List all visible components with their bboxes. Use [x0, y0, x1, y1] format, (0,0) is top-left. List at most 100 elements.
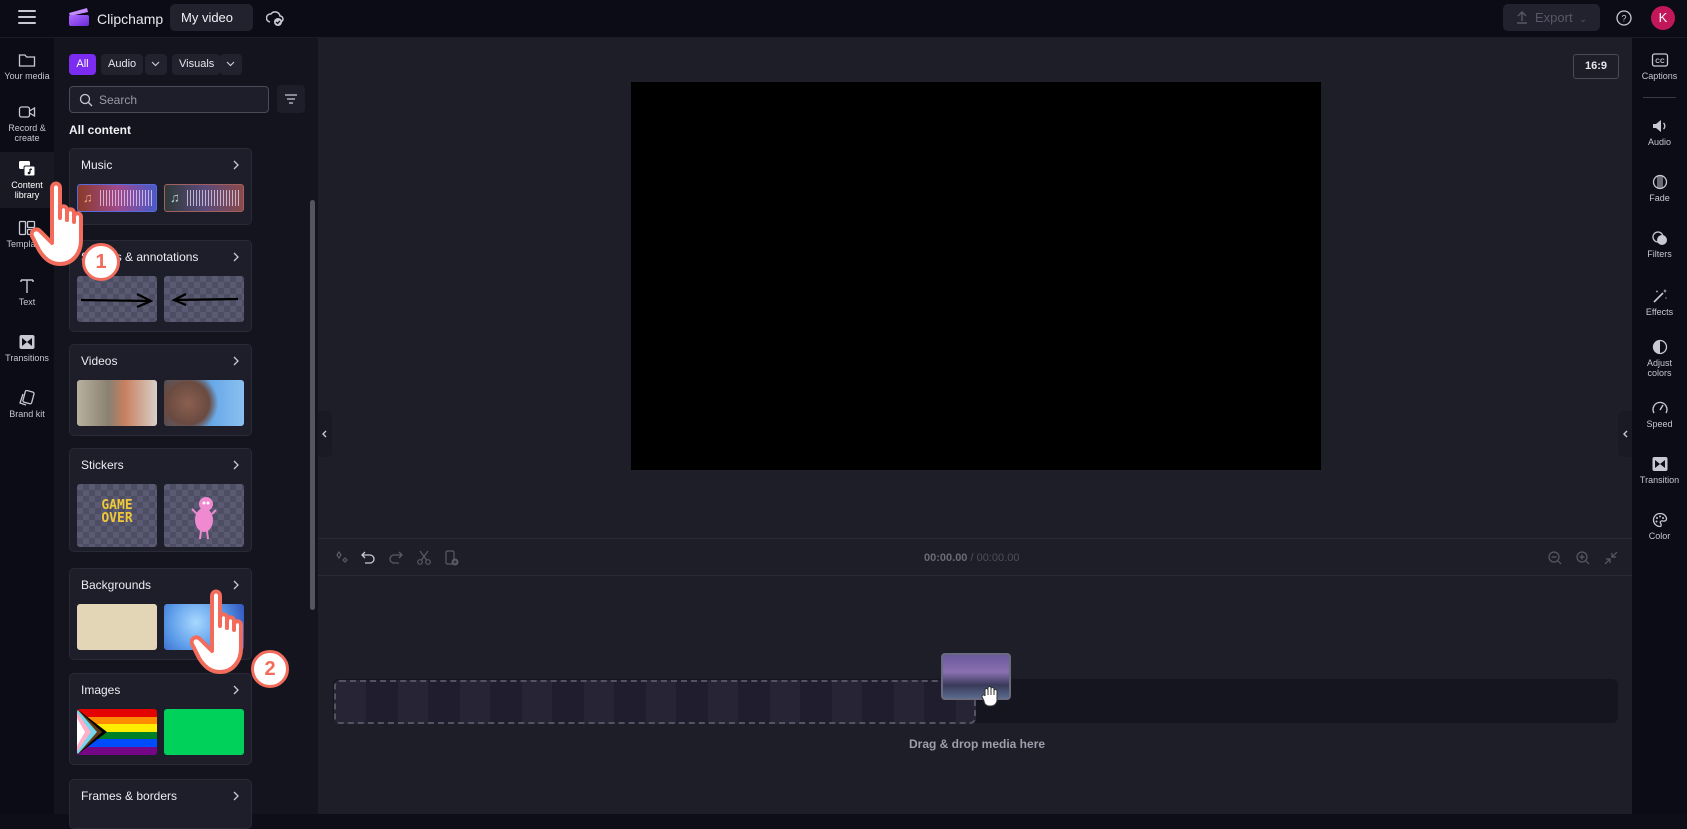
avatar[interactable]: K [1651, 6, 1675, 30]
property-adjust-colors[interactable]: Adjust colors [1632, 339, 1687, 378]
category-title: Backgrounds [81, 578, 152, 592]
music-thumbnail[interactable]: ♫ [164, 184, 244, 212]
timeline-toolbar: 00:00.00 / 00:00.00 [318, 538, 1632, 576]
chevron-right-icon[interactable] [233, 791, 239, 801]
property-label: Speed [1646, 419, 1673, 429]
sidebar-item-brand-kit[interactable]: Brand kit [0, 390, 54, 436]
right-sidebar: CC Captions Audio Fade Filters Effects A… [1632, 38, 1687, 814]
category-card-videos[interactable]: Videos [69, 344, 252, 436]
category-card-music[interactable]: Music ♫ ♫ [69, 148, 252, 225]
video-preview[interactable] [631, 82, 1321, 470]
sidebar-item-label: Transitions [5, 353, 49, 363]
collapse-right-panel-button[interactable] [1618, 411, 1632, 457]
filter-all-chip[interactable]: All [69, 54, 96, 75]
search-input[interactable] [99, 91, 259, 109]
transition-icon [1652, 457, 1667, 471]
category-card-images[interactable]: Images [69, 673, 252, 765]
content-library-panel: All Audio Visuals All content Music ♫ ♫ … [54, 38, 318, 829]
category-card-frames-borders[interactable]: Frames & borders [69, 779, 252, 829]
arrow-right-icon [80, 293, 154, 309]
property-audio[interactable]: Audio [1632, 118, 1687, 147]
zoom-out-icon[interactable] [1547, 550, 1563, 566]
folder-icon [18, 54, 36, 67]
sticker-thumbnail-game-over[interactable]: GAME OVER [77, 484, 157, 547]
filter-icon [285, 94, 297, 104]
add-media-icon[interactable] [444, 550, 460, 566]
palette-icon [1652, 512, 1667, 528]
property-effects[interactable]: Effects [1632, 288, 1687, 317]
property-color[interactable]: Color [1632, 512, 1687, 541]
timeline-area: Drag & drop media here [318, 576, 1632, 814]
video-thumbnail-coral[interactable] [164, 380, 244, 426]
section-title: All content [69, 123, 131, 137]
visuals-dropdown-button[interactable] [220, 54, 242, 75]
filter-audio-chip[interactable]: Audio [101, 54, 143, 75]
sidebar-item-your-media[interactable]: Your media [0, 52, 54, 98]
filter-visuals-chip[interactable]: Visuals [172, 54, 220, 75]
app-name: Clipchamp [97, 11, 164, 27]
export-button[interactable]: Export ⌄ [1503, 4, 1600, 31]
arrow-left-thumbnail[interactable] [164, 276, 244, 322]
image-thumbnail-progress-flag[interactable] [77, 709, 157, 755]
undo-icon[interactable] [360, 550, 376, 566]
filter-button[interactable] [277, 85, 305, 113]
chevron-right-icon[interactable] [233, 356, 239, 366]
svg-text:CC: CC [1655, 58, 1665, 65]
property-label: Adjust colors [1646, 358, 1672, 378]
search-box [69, 86, 269, 113]
chevron-down-icon [151, 61, 160, 67]
chevron-left-icon [1623, 430, 1628, 438]
image-thumbnail-green-screen[interactable] [164, 709, 244, 755]
property-speed[interactable]: Speed [1632, 400, 1687, 429]
chevron-right-icon[interactable] [233, 252, 239, 262]
arrow-right-thumbnail[interactable] [77, 276, 157, 322]
step-2-badge: 2 [251, 650, 289, 688]
chevron-right-icon[interactable] [233, 685, 239, 695]
video-thumbnail-warehouse[interactable] [77, 380, 157, 426]
aspect-ratio-button[interactable]: 16:9 [1573, 54, 1619, 79]
menu-icon[interactable] [18, 10, 36, 24]
property-fade[interactable]: Fade [1632, 174, 1687, 203]
property-transition[interactable]: Transition [1632, 456, 1687, 485]
background-thumbnail-beige[interactable] [77, 604, 157, 650]
cloud-sync-icon[interactable] [266, 9, 284, 27]
arrow-left-icon [171, 293, 239, 307]
fade-icon [1652, 174, 1667, 190]
sidebar-item-text[interactable]: Text [0, 278, 54, 324]
category-card-stickers[interactable]: Stickers GAME OVER [69, 448, 252, 552]
pointer-hand-annotation-icon [190, 589, 243, 674]
scissors-icon[interactable] [416, 550, 432, 566]
sidebar-item-label: Brand kit [9, 409, 45, 419]
sidebar-item-record-create[interactable]: Record & create [0, 104, 54, 154]
search-icon [79, 93, 93, 107]
zoom-in-icon[interactable] [1575, 550, 1591, 566]
pig-sticker-icon [191, 497, 217, 540]
media-drop-zone[interactable] [334, 680, 976, 724]
sparkle-icon[interactable] [334, 550, 350, 566]
property-captions[interactable]: CC Captions [1632, 52, 1687, 81]
property-label: Filters [1647, 249, 1672, 259]
chevron-right-icon[interactable] [233, 160, 239, 170]
content-library-icon [19, 161, 36, 177]
category-title: Images [81, 683, 121, 697]
property-label: Effects [1645, 307, 1674, 317]
project-title-button[interactable]: My video [170, 4, 253, 31]
property-label: Audio [1647, 137, 1672, 147]
help-icon[interactable]: ? [1616, 10, 1632, 26]
fit-timeline-icon[interactable] [1603, 550, 1619, 566]
audio-dropdown-button[interactable] [145, 54, 167, 75]
property-label: Captions [1641, 71, 1678, 81]
text-icon [20, 279, 34, 293]
collapse-left-panel-button[interactable] [318, 411, 332, 457]
panel-scrollbar[interactable] [310, 200, 315, 610]
brand-kit-icon [19, 390, 35, 406]
sidebar-item-transitions[interactable]: Transitions [0, 334, 54, 380]
redo-icon[interactable] [388, 550, 404, 566]
chevron-down-icon [226, 61, 235, 67]
magic-wand-icon [1652, 289, 1667, 303]
property-filters[interactable]: Filters [1632, 230, 1687, 259]
clipchamp-logo-icon [69, 8, 89, 26]
chevron-right-icon[interactable] [233, 460, 239, 470]
property-label: Transition [1639, 475, 1680, 485]
sticker-thumbnail-pig[interactable] [164, 484, 244, 547]
